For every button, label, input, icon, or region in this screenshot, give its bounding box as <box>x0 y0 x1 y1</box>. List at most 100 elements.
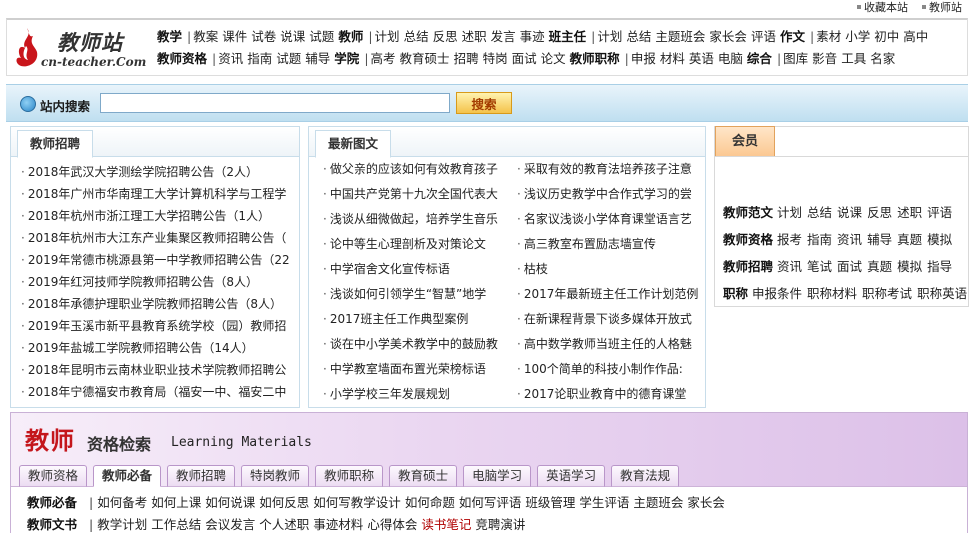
qualification-link[interactable]: 读书笔记 <box>421 517 471 532</box>
nav-link[interactable]: 指南 <box>247 51 272 66</box>
qualification-category-link[interactable]: 教师必备 <box>27 495 77 510</box>
qualification-link[interactable]: 家长会 <box>687 495 725 510</box>
member-link[interactable]: 资讯 <box>777 259 802 274</box>
nav-link[interactable]: 发言 <box>491 29 516 44</box>
qualification-link[interactable]: 个人述职 <box>259 517 309 532</box>
tab-latest-articles[interactable]: 最新图文 <box>315 130 392 158</box>
nav-link[interactable]: 教育硕士 <box>400 51 450 66</box>
list-item[interactable]: 2018年承德护理职业学院教师招聘公告（8人） <box>21 293 299 315</box>
member-category-link[interactable]: 教师范文 <box>723 205 773 220</box>
qualification-link[interactable]: 主题班会 <box>633 495 683 510</box>
nav-link[interactable]: 工具 <box>841 51 866 66</box>
list-item[interactable]: 2019年常德市桃源县第一中学教师招聘公告（22 <box>21 249 299 271</box>
nav-link[interactable]: 材料 <box>660 51 685 66</box>
nav-category-link[interactable]: 教师职称 <box>570 51 620 66</box>
qualification-link[interactable]: 竞聘演讲 <box>475 517 525 532</box>
qualification-link[interactable]: 如何备考 <box>97 495 147 510</box>
list-item[interactable]: 高中数学教师当班主任的人格魅 <box>517 332 707 357</box>
member-link[interactable]: 报考 <box>777 232 802 247</box>
nav-link[interactable]: 家长会 <box>709 29 747 44</box>
qualification-link[interactable]: 如何反思 <box>259 495 309 510</box>
nav-link[interactable]: 述职 <box>462 29 487 44</box>
nav-link[interactable]: 计划 <box>375 29 400 44</box>
nav-link[interactable]: 招聘 <box>454 51 479 66</box>
qualification-link[interactable]: 工作总结 <box>151 517 201 532</box>
qualification-tab[interactable]: 英语学习 <box>537 465 606 487</box>
list-item[interactable]: 谈在中小学美术教学中的鼓励教 <box>323 332 507 357</box>
qualification-category-link[interactable]: 教师文书 <box>27 517 77 532</box>
member-link[interactable]: 资讯 <box>837 232 862 247</box>
teacher-site-link[interactable]: 教师站 <box>922 0 962 14</box>
list-item[interactable]: 小学学校三年发展规划 <box>323 382 507 407</box>
nav-link[interactable]: 试题 <box>276 51 301 66</box>
search-button[interactable]: 搜索 <box>456 92 512 114</box>
qualification-tab[interactable]: 教育硕士 <box>389 465 458 487</box>
qualification-link[interactable]: 班级管理 <box>525 495 575 510</box>
qualification-link[interactable]: 如何写教学设计 <box>313 495 401 510</box>
nav-link[interactable]: 评语 <box>751 29 776 44</box>
nav-link[interactable]: 主题班会 <box>655 29 705 44</box>
nav-link[interactable]: 教案 <box>193 29 218 44</box>
list-item[interactable]: 2019年红河技师学院教师招聘公告（8人） <box>21 271 299 293</box>
member-link[interactable]: 指导 <box>927 259 952 274</box>
list-item[interactable]: 论中等生心理剖析及对策论文 <box>323 232 507 257</box>
nav-link[interactable]: 总结 <box>404 29 429 44</box>
member-link[interactable]: 指南 <box>807 232 832 247</box>
nav-link[interactable]: 试卷 <box>251 29 276 44</box>
list-item[interactable]: 采取有效的教育法培养孩子注意 <box>517 157 707 182</box>
nav-link[interactable]: 论文 <box>541 51 566 66</box>
member-link[interactable]: 申报条件 <box>752 286 802 301</box>
qualification-link[interactable]: 如何写评语 <box>459 495 522 510</box>
member-link[interactable]: 辅导 <box>867 232 892 247</box>
nav-link[interactable]: 高考 <box>371 51 396 66</box>
qualification-link[interactable]: 心得体会 <box>367 517 417 532</box>
member-link[interactable]: 职称英语 <box>917 286 967 301</box>
qualification-link[interactable]: 事迹材料 <box>313 517 363 532</box>
qualification-link[interactable]: 如何命题 <box>405 495 455 510</box>
nav-category-link[interactable]: 作文 <box>780 29 805 44</box>
list-item[interactable]: 100个简单的科技小制作作品: <box>517 357 707 382</box>
nav-category-link[interactable]: 学院 <box>334 51 359 66</box>
nav-link[interactable]: 面试 <box>512 51 537 66</box>
list-item[interactable]: 浅谈从细微做起，培养学生音乐 <box>323 207 507 232</box>
list-item[interactable]: 高三教室布置励志墙宣传 <box>517 232 707 257</box>
site-logo[interactable]: 教师站 cn-teacher.Com <box>11 24 153 72</box>
list-item[interactable]: 2018年昆明市云南林业职业技术学院教师招聘公 <box>21 359 299 381</box>
member-category-link[interactable]: 教师资格 <box>723 232 773 247</box>
list-item[interactable]: 2019年盐城工学院教师招聘公告（14人） <box>21 337 299 359</box>
nav-link[interactable]: 图库 <box>783 51 808 66</box>
member-link[interactable]: 面试 <box>837 259 862 274</box>
list-item[interactable]: 浅议历史教学中合作式学习的尝 <box>517 182 707 207</box>
member-link[interactable]: 模拟 <box>927 232 952 247</box>
nav-link[interactable]: 高中 <box>903 29 928 44</box>
search-input[interactable] <box>100 93 450 113</box>
qualification-link[interactable]: 会议发言 <box>205 517 255 532</box>
list-item[interactable]: 枯枝 <box>517 257 707 282</box>
nav-link[interactable]: 资讯 <box>218 51 243 66</box>
list-item[interactable]: 在新课程背景下谈多媒体开放式 <box>517 307 707 332</box>
qualification-tab[interactable]: 教师必备 <box>93 465 162 487</box>
member-link[interactable]: 职称考试 <box>862 286 912 301</box>
member-category-link[interactable]: 教师招聘 <box>723 259 773 274</box>
nav-category-link[interactable]: 教学 <box>157 29 182 44</box>
nav-link[interactable]: 辅导 <box>305 51 330 66</box>
qualification-tab[interactable]: 教师招聘 <box>167 465 236 487</box>
member-link[interactable]: 笔试 <box>807 259 832 274</box>
qualification-tab[interactable]: 电脑学习 <box>463 465 532 487</box>
member-link[interactable]: 模拟 <box>897 259 922 274</box>
tab-member[interactable]: 会员 <box>715 126 776 156</box>
nav-link[interactable]: 计划 <box>597 29 622 44</box>
list-item[interactable]: 2018年武汉大学测绘学院招聘公告（2人） <box>21 161 299 183</box>
nav-link[interactable]: 申报 <box>631 51 656 66</box>
member-category-link[interactable]: 职称 <box>723 286 748 301</box>
list-item[interactable]: 2018年广州市华南理工大学计算机科学与工程学 <box>21 183 299 205</box>
nav-link[interactable]: 试题 <box>309 29 334 44</box>
qualification-tab[interactable]: 特岗教师 <box>241 465 310 487</box>
list-item[interactable]: 2017论职业教育中的德育课堂 <box>517 382 707 407</box>
member-link[interactable]: 总结 <box>807 205 832 220</box>
nav-link[interactable]: 小学 <box>845 29 870 44</box>
member-link[interactable]: 计划 <box>777 205 802 220</box>
nav-category-link[interactable]: 教师资格 <box>157 51 207 66</box>
tab-teacher-recruit[interactable]: 教师招聘 <box>17 130 94 158</box>
bookmark-site-link[interactable]: 收藏本站 <box>857 0 908 14</box>
